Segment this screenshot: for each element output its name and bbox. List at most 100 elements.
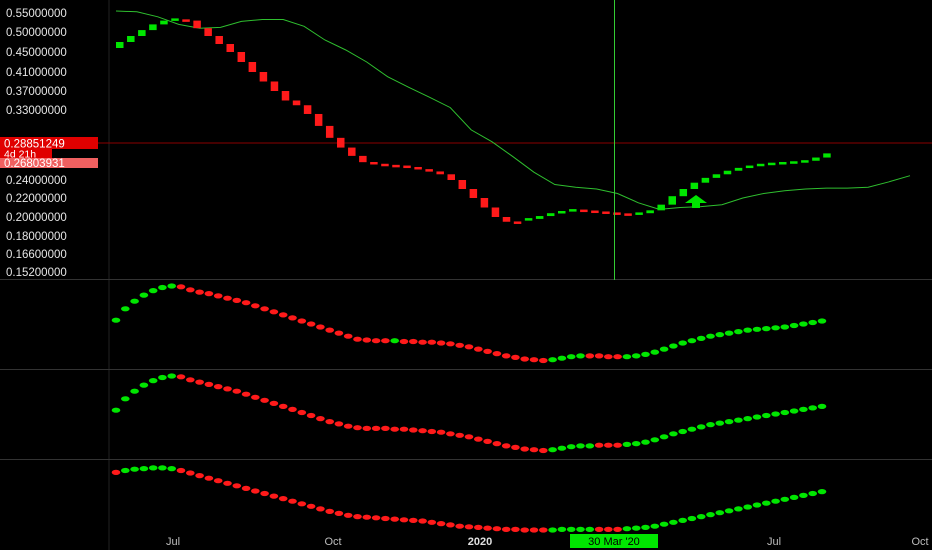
oscillator-dot — [446, 341, 455, 347]
renko-brick — [580, 209, 588, 213]
renko-brick — [535, 216, 544, 219]
oscillator-dot — [659, 521, 669, 527]
oscillator-dot — [213, 478, 223, 484]
oscillator-dot — [613, 354, 622, 360]
oscillator-dot — [464, 434, 474, 440]
oscillator-dot — [576, 526, 585, 533]
oscillator-dot — [288, 315, 297, 321]
oscillator-dot — [548, 357, 557, 363]
signal-line — [115, 10, 911, 210]
renko-brick — [160, 20, 168, 25]
renko-brick — [569, 209, 577, 212]
renko-brick — [138, 30, 146, 36]
renko-brick — [679, 189, 688, 197]
time-axis: Jul Oct 2020 Jul Oct — [166, 536, 929, 548]
oscillator-dot — [204, 475, 214, 481]
renko-brick — [779, 161, 787, 165]
oscillator-dot — [474, 346, 483, 352]
oscillator-dot — [669, 519, 678, 525]
oscillator-dot — [520, 527, 529, 533]
oscillator-dot — [594, 526, 604, 533]
oscillator-dot — [752, 502, 762, 508]
oscillator-dot — [631, 441, 641, 447]
renko-brick — [149, 24, 157, 31]
price-tick-label: 0.33000000 — [6, 105, 67, 117]
oscillator-dot — [678, 428, 687, 435]
renko-brick — [502, 217, 511, 222]
oscillator-dot — [604, 526, 613, 533]
oscillator-dot — [566, 354, 576, 360]
oscillator-dot — [176, 467, 186, 474]
oscillator-dot — [325, 508, 335, 514]
renko-bricks-series — [116, 18, 831, 224]
oscillator-dot — [158, 465, 167, 471]
oscillator-dot — [409, 338, 418, 345]
oscillator-dot — [464, 344, 474, 350]
oscillator-dot — [418, 339, 427, 345]
oscillator-dot — [139, 292, 149, 298]
oscillator-dot — [353, 336, 362, 342]
oscillator-dot — [650, 349, 660, 355]
oscillator-dot — [762, 500, 771, 506]
renko-brick — [491, 207, 500, 217]
renko-brick — [458, 180, 467, 189]
renko-brick — [723, 170, 732, 175]
price-tick-label: 0.50000000 — [6, 27, 67, 39]
oscillator-dot — [158, 374, 167, 381]
renko-brick — [646, 210, 654, 214]
oscillator-dot — [724, 419, 734, 425]
oscillator-dot — [427, 339, 437, 345]
oscillator-dot — [167, 283, 176, 289]
oscillator-dot — [808, 405, 817, 411]
oscillator-dot — [399, 517, 409, 523]
oscillator-dot — [297, 409, 307, 416]
oscillator-dot — [464, 524, 474, 530]
renko-brick — [558, 211, 566, 214]
price-tick-label: 0.45000000 — [6, 47, 67, 59]
oscillator-dot — [548, 447, 557, 453]
oscillator-dot — [529, 357, 539, 363]
oscillator-dot — [158, 284, 167, 291]
oscillator-dot — [631, 353, 641, 359]
oscillator-dot — [817, 318, 827, 324]
oscillator-dot — [492, 441, 502, 447]
oscillator-dot — [678, 517, 687, 524]
oscillator-dot — [641, 524, 650, 531]
oscillator-dot — [511, 526, 520, 533]
renko-brick — [370, 161, 378, 165]
renko-brick — [712, 174, 721, 178]
oscillator-dot — [260, 490, 269, 497]
oscillator-dot — [706, 333, 715, 339]
oscillator-dot — [483, 438, 492, 444]
oscillator-dot — [817, 403, 827, 409]
oscillator-dot — [251, 488, 260, 494]
renko-brick — [524, 218, 533, 221]
oscillator-dot — [576, 443, 585, 449]
oscillator-dot — [696, 424, 706, 430]
oscillator-dot — [762, 412, 771, 419]
oscillator-dot — [734, 417, 743, 423]
price-tick-label: 0.22000000 — [6, 193, 67, 205]
oscillator-dot — [789, 494, 799, 500]
oscillator-dot — [390, 516, 400, 522]
oscillator-dot — [594, 442, 604, 448]
oscillator-dot — [780, 409, 790, 416]
oscillator-dot — [594, 353, 604, 359]
oscillator-dot — [650, 437, 660, 443]
renko-brick — [259, 72, 268, 82]
price-tick-label: 0.15200000 — [6, 267, 67, 279]
oscillator-dot — [306, 503, 316, 509]
oscillator-dot — [204, 381, 214, 387]
renko-brick — [171, 18, 179, 21]
oscillator-dot — [511, 444, 520, 450]
oscillator-dot — [176, 374, 186, 380]
oscillator-pane-3 — [111, 465, 827, 533]
oscillator-dot — [232, 388, 242, 394]
oscillator-dot — [492, 351, 502, 357]
oscillator-dot — [232, 483, 242, 489]
oscillator-dot — [306, 412, 316, 419]
renko-brick — [359, 155, 367, 163]
oscillator-dot — [622, 441, 632, 447]
oscillator-dot — [269, 493, 279, 499]
oscillator-dot — [390, 426, 400, 432]
